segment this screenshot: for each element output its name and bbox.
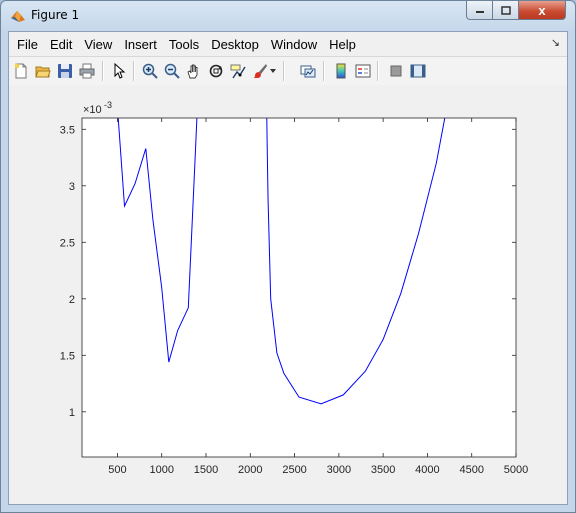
figure-toolbar [9, 56, 567, 86]
toolbar-separator [323, 61, 325, 81]
insert-legend-icon[interactable] [353, 61, 373, 81]
show-plot-tools-icon[interactable] [408, 61, 428, 81]
x-tick-label: 500 [108, 464, 126, 476]
menu-window[interactable]: Window [265, 33, 323, 55]
minimize-icon [475, 11, 484, 13]
dock-arrow-icon[interactable]: ↘ [551, 36, 560, 49]
minimize-button[interactable] [466, 1, 493, 20]
x-tick-label: 2500 [282, 464, 306, 476]
close-icon: x [538, 2, 546, 18]
matlab-logo-icon [11, 11, 25, 22]
data-cursor-icon[interactable] [228, 61, 248, 81]
rotate-3d-icon[interactable] [206, 61, 226, 81]
plot-area[interactable] [82, 118, 516, 457]
menu-edit[interactable]: Edit [44, 33, 78, 55]
menu-bar: File Edit View Insert Tools Desktop Wind… [9, 32, 567, 56]
brush-icon[interactable] [250, 61, 270, 81]
menu-help[interactable]: Help [323, 33, 362, 55]
zoom-in-icon[interactable] [140, 61, 160, 81]
toolbar-separator [283, 61, 285, 81]
edit-plot-arrow-icon[interactable] [109, 61, 129, 81]
hide-plot-tools-icon[interactable] [386, 61, 406, 81]
insert-colorbar-icon[interactable] [331, 61, 351, 81]
y-tick-label: 3.5 [60, 124, 75, 136]
toolbar-separator [133, 61, 135, 81]
brush-dropdown-chevron-down-icon[interactable] [268, 61, 278, 81]
y-tick-label: 3 [69, 181, 75, 193]
x-tick-label: 5000 [504, 464, 528, 476]
toolbar-separator [102, 61, 104, 81]
title-bar[interactable]: Figure 1 x [1, 1, 575, 31]
x-tick-label: 4000 [415, 464, 439, 476]
save-icon[interactable] [55, 61, 75, 81]
menu-view[interactable]: View [78, 33, 118, 55]
link-plot-icon[interactable] [298, 61, 318, 81]
menu-tools[interactable]: Tools [163, 33, 205, 55]
x-tick-label: 3000 [327, 464, 351, 476]
line-chart[interactable]: 500 1000 1500 2000 2500 3000 3500 4000 4500 5000 1… [9, 85, 569, 505]
x-tick-label: 3500 [371, 464, 395, 476]
y-tick-label: 2.5 [60, 237, 75, 249]
y-exponent-power: -3 [104, 100, 112, 110]
menu-insert[interactable]: Insert [118, 33, 163, 55]
print-icon[interactable] [77, 61, 97, 81]
figure-canvas: 500 1000 1500 2000 2500 3000 3500 4000 4500 5000 1… [9, 85, 567, 504]
window-title: Figure 1 [31, 8, 80, 22]
menu-desktop[interactable]: Desktop [205, 33, 265, 55]
x-tick-label: 2000 [238, 464, 262, 476]
menu-file[interactable]: File [9, 33, 44, 55]
y-exponent-label: ×10 [83, 104, 102, 116]
toolbar-separator [377, 61, 379, 81]
new-figure-icon[interactable] [11, 61, 31, 81]
figure-window: Figure 1 x File Edit View Insert Tools D… [0, 0, 576, 513]
maximize-icon [500, 5, 511, 15]
close-button[interactable]: x [518, 1, 566, 20]
x-tick-label: 1500 [194, 464, 218, 476]
y-tick-label: 1.5 [60, 350, 75, 362]
open-file-icon[interactable] [33, 61, 53, 81]
maximize-button[interactable] [492, 1, 519, 20]
pan-hand-icon[interactable] [184, 61, 204, 81]
figure-client: File Edit View Insert Tools Desktop Wind… [8, 31, 568, 505]
x-tick-label: 1000 [149, 464, 173, 476]
y-tick-label: 1 [69, 407, 75, 419]
y-tick-label: 2 [69, 294, 75, 306]
zoom-out-icon[interactable] [162, 61, 182, 81]
x-tick-label: 4500 [459, 464, 483, 476]
